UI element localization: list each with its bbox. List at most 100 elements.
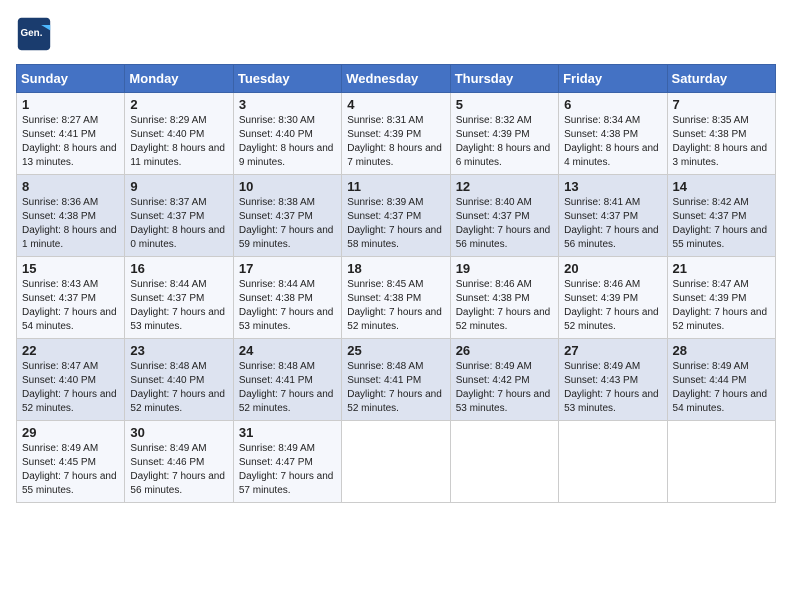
calendar-table: SundayMondayTuesdayWednesdayThursdayFrid… [16, 64, 776, 503]
calendar-cell [559, 421, 667, 503]
cell-info: Sunrise: 8:47 AMSunset: 4:39 PMDaylight:… [673, 279, 768, 332]
calendar-cell: 9 Sunrise: 8:37 AMSunset: 4:37 PMDayligh… [125, 175, 233, 257]
calendar-cell: 31 Sunrise: 8:49 AMSunset: 4:47 PMDaylig… [233, 421, 341, 503]
calendar-cell: 26 Sunrise: 8:49 AMSunset: 4:42 PMDaylig… [450, 339, 558, 421]
calendar-week-row: 8 Sunrise: 8:36 AMSunset: 4:38 PMDayligh… [17, 175, 776, 257]
calendar-cell: 23 Sunrise: 8:48 AMSunset: 4:40 PMDaylig… [125, 339, 233, 421]
day-of-week-header: Tuesday [233, 65, 341, 93]
page-header: Gen. [16, 16, 776, 52]
day-number: 25 [347, 343, 444, 358]
calendar-cell: 22 Sunrise: 8:47 AMSunset: 4:40 PMDaylig… [17, 339, 125, 421]
day-number: 29 [22, 425, 119, 440]
calendar-cell: 14 Sunrise: 8:42 AMSunset: 4:37 PMDaylig… [667, 175, 775, 257]
calendar-cell: 3 Sunrise: 8:30 AMSunset: 4:40 PMDayligh… [233, 93, 341, 175]
day-number: 4 [347, 97, 444, 112]
cell-info: Sunrise: 8:48 AMSunset: 4:41 PMDaylight:… [347, 361, 442, 414]
day-number: 10 [239, 179, 336, 194]
calendar-cell: 5 Sunrise: 8:32 AMSunset: 4:39 PMDayligh… [450, 93, 558, 175]
logo-icon: Gen. [16, 16, 52, 52]
day-of-week-header: Sunday [17, 65, 125, 93]
cell-info: Sunrise: 8:49 AMSunset: 4:42 PMDaylight:… [456, 361, 551, 414]
calendar-week-row: 15 Sunrise: 8:43 AMSunset: 4:37 PMDaylig… [17, 257, 776, 339]
day-number: 1 [22, 97, 119, 112]
cell-info: Sunrise: 8:49 AMSunset: 4:43 PMDaylight:… [564, 361, 659, 414]
day-number: 11 [347, 179, 444, 194]
cell-info: Sunrise: 8:44 AMSunset: 4:38 PMDaylight:… [239, 279, 334, 332]
day-number: 17 [239, 261, 336, 276]
calendar-cell: 13 Sunrise: 8:41 AMSunset: 4:37 PMDaylig… [559, 175, 667, 257]
day-number: 13 [564, 179, 661, 194]
calendar-cell: 10 Sunrise: 8:38 AMSunset: 4:37 PMDaylig… [233, 175, 341, 257]
day-number: 14 [673, 179, 770, 194]
calendar-cell: 19 Sunrise: 8:46 AMSunset: 4:38 PMDaylig… [450, 257, 558, 339]
cell-info: Sunrise: 8:48 AMSunset: 4:40 PMDaylight:… [130, 361, 225, 414]
cell-info: Sunrise: 8:46 AMSunset: 4:39 PMDaylight:… [564, 279, 659, 332]
calendar-cell: 18 Sunrise: 8:45 AMSunset: 4:38 PMDaylig… [342, 257, 450, 339]
cell-info: Sunrise: 8:43 AMSunset: 4:37 PMDaylight:… [22, 279, 117, 332]
day-number: 31 [239, 425, 336, 440]
day-number: 20 [564, 261, 661, 276]
logo: Gen. [16, 16, 56, 52]
day-number: 2 [130, 97, 227, 112]
cell-info: Sunrise: 8:49 AMSunset: 4:46 PMDaylight:… [130, 443, 225, 496]
day-number: 23 [130, 343, 227, 358]
day-of-week-header: Monday [125, 65, 233, 93]
cell-info: Sunrise: 8:41 AMSunset: 4:37 PMDaylight:… [564, 197, 659, 250]
day-number: 24 [239, 343, 336, 358]
svg-text:Gen.: Gen. [21, 28, 43, 39]
cell-info: Sunrise: 8:40 AMSunset: 4:37 PMDaylight:… [456, 197, 551, 250]
calendar-cell: 6 Sunrise: 8:34 AMSunset: 4:38 PMDayligh… [559, 93, 667, 175]
calendar-cell: 8 Sunrise: 8:36 AMSunset: 4:38 PMDayligh… [17, 175, 125, 257]
calendar-cell: 20 Sunrise: 8:46 AMSunset: 4:39 PMDaylig… [559, 257, 667, 339]
calendar-cell: 7 Sunrise: 8:35 AMSunset: 4:38 PMDayligh… [667, 93, 775, 175]
calendar-cell [342, 421, 450, 503]
calendar-cell: 16 Sunrise: 8:44 AMSunset: 4:37 PMDaylig… [125, 257, 233, 339]
day-number: 26 [456, 343, 553, 358]
cell-info: Sunrise: 8:39 AMSunset: 4:37 PMDaylight:… [347, 197, 442, 250]
day-number: 28 [673, 343, 770, 358]
day-number: 22 [22, 343, 119, 358]
cell-info: Sunrise: 8:32 AMSunset: 4:39 PMDaylight:… [456, 115, 551, 168]
calendar-cell: 29 Sunrise: 8:49 AMSunset: 4:45 PMDaylig… [17, 421, 125, 503]
cell-info: Sunrise: 8:44 AMSunset: 4:37 PMDaylight:… [130, 279, 225, 332]
cell-info: Sunrise: 8:35 AMSunset: 4:38 PMDaylight:… [673, 115, 768, 168]
day-number: 30 [130, 425, 227, 440]
calendar-cell: 25 Sunrise: 8:48 AMSunset: 4:41 PMDaylig… [342, 339, 450, 421]
day-number: 6 [564, 97, 661, 112]
calendar-cell: 24 Sunrise: 8:48 AMSunset: 4:41 PMDaylig… [233, 339, 341, 421]
calendar-cell: 1 Sunrise: 8:27 AMSunset: 4:41 PMDayligh… [17, 93, 125, 175]
calendar-cell: 12 Sunrise: 8:40 AMSunset: 4:37 PMDaylig… [450, 175, 558, 257]
cell-info: Sunrise: 8:49 AMSunset: 4:47 PMDaylight:… [239, 443, 334, 496]
calendar-cell: 4 Sunrise: 8:31 AMSunset: 4:39 PMDayligh… [342, 93, 450, 175]
calendar-week-row: 29 Sunrise: 8:49 AMSunset: 4:45 PMDaylig… [17, 421, 776, 503]
calendar-week-row: 1 Sunrise: 8:27 AMSunset: 4:41 PMDayligh… [17, 93, 776, 175]
calendar-cell [450, 421, 558, 503]
day-number: 3 [239, 97, 336, 112]
calendar-header: SundayMondayTuesdayWednesdayThursdayFrid… [17, 65, 776, 93]
cell-info: Sunrise: 8:42 AMSunset: 4:37 PMDaylight:… [673, 197, 768, 250]
cell-info: Sunrise: 8:49 AMSunset: 4:44 PMDaylight:… [673, 361, 768, 414]
calendar-cell: 28 Sunrise: 8:49 AMSunset: 4:44 PMDaylig… [667, 339, 775, 421]
calendar-cell: 21 Sunrise: 8:47 AMSunset: 4:39 PMDaylig… [667, 257, 775, 339]
cell-info: Sunrise: 8:36 AMSunset: 4:38 PMDaylight:… [22, 197, 117, 250]
cell-info: Sunrise: 8:37 AMSunset: 4:37 PMDaylight:… [130, 197, 225, 250]
cell-info: Sunrise: 8:29 AMSunset: 4:40 PMDaylight:… [130, 115, 225, 168]
cell-info: Sunrise: 8:45 AMSunset: 4:38 PMDaylight:… [347, 279, 442, 332]
cell-info: Sunrise: 8:31 AMSunset: 4:39 PMDaylight:… [347, 115, 442, 168]
day-number: 7 [673, 97, 770, 112]
cell-info: Sunrise: 8:47 AMSunset: 4:40 PMDaylight:… [22, 361, 117, 414]
calendar-cell: 17 Sunrise: 8:44 AMSunset: 4:38 PMDaylig… [233, 257, 341, 339]
calendar-cell: 30 Sunrise: 8:49 AMSunset: 4:46 PMDaylig… [125, 421, 233, 503]
day-of-week-header: Friday [559, 65, 667, 93]
day-number: 8 [22, 179, 119, 194]
calendar-cell [667, 421, 775, 503]
day-number: 12 [456, 179, 553, 194]
day-number: 21 [673, 261, 770, 276]
calendar-cell: 27 Sunrise: 8:49 AMSunset: 4:43 PMDaylig… [559, 339, 667, 421]
day-number: 16 [130, 261, 227, 276]
cell-info: Sunrise: 8:48 AMSunset: 4:41 PMDaylight:… [239, 361, 334, 414]
calendar-cell: 11 Sunrise: 8:39 AMSunset: 4:37 PMDaylig… [342, 175, 450, 257]
cell-info: Sunrise: 8:46 AMSunset: 4:38 PMDaylight:… [456, 279, 551, 332]
day-of-week-header: Wednesday [342, 65, 450, 93]
cell-info: Sunrise: 8:34 AMSunset: 4:38 PMDaylight:… [564, 115, 659, 168]
